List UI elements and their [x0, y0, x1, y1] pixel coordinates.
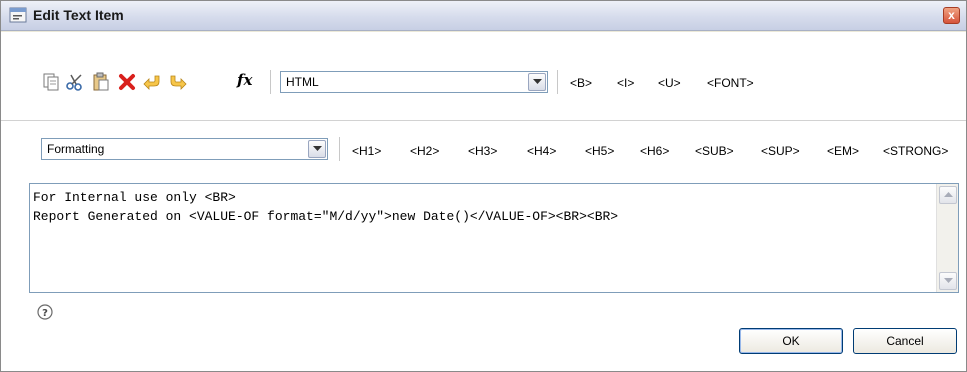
toolbar-separator [270, 70, 271, 94]
html-text-editor[interactable]: For Internal use only <BR> Report Generat… [29, 183, 959, 293]
formatting-value: Formatting [47, 142, 105, 156]
tag-underline-button[interactable]: <U> [658, 76, 681, 90]
tag-h3-button[interactable]: <H3> [468, 144, 497, 158]
dialog-window: Edit Text Item x fx HTML <B> <I> <U> <FO… [0, 0, 967, 372]
tag-font-button[interactable]: <FONT> [707, 76, 754, 90]
paste-icon[interactable] [91, 72, 111, 92]
copy-icon[interactable] [41, 72, 61, 92]
ok-button[interactable]: OK [739, 328, 843, 354]
redo-icon[interactable] [167, 72, 187, 92]
content-type-value: HTML [286, 75, 319, 89]
undo-icon[interactable] [143, 72, 163, 92]
help-icon[interactable]: ? [37, 304, 53, 320]
tag-h1-button[interactable]: <H1> [352, 144, 381, 158]
toolbar-separator [557, 70, 558, 94]
title-bar[interactable]: Edit Text Item x [1, 1, 966, 31]
vertical-scrollbar[interactable] [936, 184, 958, 292]
tag-sub-button[interactable]: <SUB> [695, 144, 734, 158]
tag-bold-button[interactable]: <B> [570, 76, 592, 90]
tag-italic-button[interactable]: <I> [617, 76, 634, 90]
svg-text:?: ? [42, 308, 48, 319]
tag-h4-button[interactable]: <H4> [527, 144, 556, 158]
tag-strong-button[interactable]: <STRONG> [883, 144, 948, 158]
close-button[interactable]: x [943, 7, 960, 24]
editor-line: For Internal use only <BR> [33, 190, 236, 205]
dialog-title: Edit Text Item [33, 7, 124, 23]
chevron-down-icon[interactable] [308, 140, 326, 158]
chevron-down-icon[interactable] [528, 73, 546, 91]
function-icon[interactable]: fx [237, 71, 257, 91]
tag-h5-button[interactable]: <H5> [585, 144, 614, 158]
toolbar-divider [1, 120, 966, 121]
tag-h6-button[interactable]: <H6> [640, 144, 669, 158]
toolbar-separator [339, 137, 340, 161]
formatting-select[interactable]: Formatting [41, 138, 328, 160]
scroll-up-button[interactable] [939, 186, 957, 204]
tag-sup-button[interactable]: <SUP> [761, 144, 800, 158]
cut-icon[interactable] [65, 72, 85, 92]
text-item-icon [9, 7, 27, 23]
cancel-button[interactable]: Cancel [853, 328, 957, 354]
editor-line: Report Generated on <VALUE-OF format="M/… [33, 209, 619, 224]
editor-content[interactable]: For Internal use only <BR> Report Generat… [33, 188, 933, 226]
tag-em-button[interactable]: <EM> [827, 144, 859, 158]
editing-toolbar: fx HTML <B> <I> <U> <FONT> [1, 32, 966, 122]
scroll-down-button[interactable] [939, 272, 957, 290]
tag-h2-button[interactable]: <H2> [410, 144, 439, 158]
content-type-select[interactable]: HTML [280, 71, 548, 93]
dialog-content: fx HTML <B> <I> <U> <FONT> Formatting <H… [1, 32, 966, 371]
delete-icon[interactable] [117, 72, 137, 92]
